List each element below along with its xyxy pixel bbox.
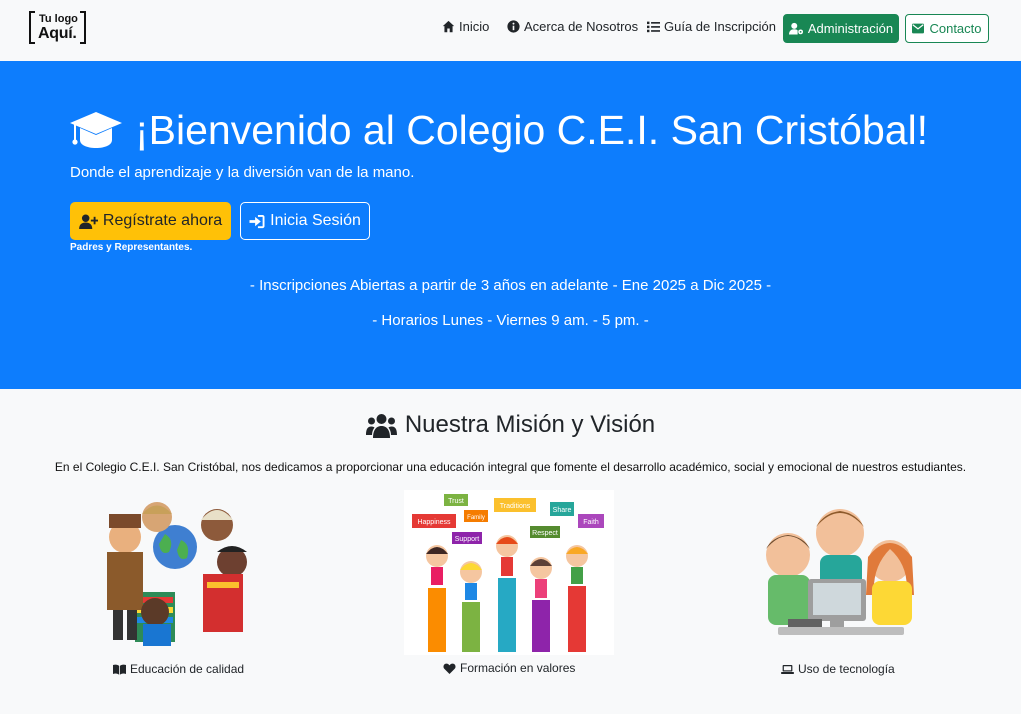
nav-link-label: Guía de Inscripción (664, 19, 777, 34)
parents-note: Padres y Representantes. (70, 242, 193, 253)
contact-button[interactable]: Contacto (905, 14, 989, 43)
mission-title: Nuestra Misión y Visión (0, 411, 1021, 439)
nav-link-guia[interactable]: Guía de Inscripción (647, 19, 776, 34)
logo-text-line1: Tu logo (39, 13, 78, 25)
register-button[interactable]: Regístrate ahora (70, 202, 231, 240)
value-word-support: Support (455, 536, 480, 543)
home-icon (442, 20, 455, 33)
heart-icon (443, 663, 456, 674)
book-open-icon (113, 664, 126, 675)
schedule-info: - Horarios Lunes - Viernes 9 am. - 5 pm.… (372, 312, 649, 329)
sign-in-icon (249, 214, 265, 228)
nav-link-label: Inicio (459, 19, 490, 34)
nav-link-inicio[interactable]: Inicio (442, 19, 489, 34)
list-icon (647, 21, 660, 33)
logo-bracket-left (29, 11, 35, 44)
envelope-icon (912, 23, 925, 34)
feature-label-text: Educación de calidad (130, 662, 245, 676)
feature-values-formation: Formación en valores (443, 661, 575, 675)
value-word-share: Share (553, 507, 572, 514)
value-word-happiness: Happiness (417, 519, 451, 526)
admin-button[interactable]: Administración (783, 14, 899, 43)
contact-button-label: Contacto (929, 21, 982, 36)
mission-heading: Nuestra Misión y Visión (404, 411, 656, 438)
logo[interactable]: Tu logo Aquí. (29, 10, 86, 46)
graduation-cap-icon (70, 111, 122, 148)
enrollment-info: - Inscripciones Abiertas a partir de 3 a… (249, 277, 772, 294)
feature-quality-education: Educación de calidad (113, 662, 244, 676)
mission-text: En el Colegio C.E.I. San Cristóbal, nos … (54, 460, 967, 474)
hero-section: ¡Bienvenido al Colegio C.E.I. San Cristó… (0, 61, 1021, 389)
navbar: Tu logo Aquí. Inicio Acerca de Nosotros … (0, 0, 1021, 60)
hero-heading: ¡Bienvenido al Colegio C.E.I. San Cristó… (135, 107, 929, 153)
feature-technology: Uso de tecnología (781, 662, 895, 676)
info-circle-icon (507, 20, 520, 33)
user-plus-icon (79, 213, 98, 229)
users-icon (365, 413, 397, 438)
feature-label-text: Formación en valores (460, 661, 576, 675)
laptop-icon (781, 664, 794, 674)
value-word-respect: Respect (532, 530, 558, 537)
logo-text-line2: Aquí. (38, 25, 77, 42)
values-children-image: Trust Traditions Happiness Family Share … (404, 490, 614, 655)
value-word-faith: Faith (583, 519, 599, 526)
logo-bracket-right (80, 11, 86, 44)
admin-button-label: Administración (807, 21, 894, 36)
hero-subtitle: Donde el aprendizaje y la diversión van … (70, 164, 415, 181)
value-word-traditions: Traditions (500, 503, 531, 510)
nav-link-acerca[interactable]: Acerca de Nosotros (507, 19, 638, 34)
value-word-family: Family (467, 515, 485, 521)
value-word-trust: Trust (448, 498, 464, 505)
feature-label-text: Uso de tecnología (798, 662, 895, 676)
hero-title: ¡Bienvenido al Colegio C.E.I. San Cristó… (69, 107, 928, 154)
register-button-label: Regístrate ahora (102, 212, 223, 229)
login-button[interactable]: Inicia Sesión (240, 202, 370, 240)
user-gear-icon (788, 22, 803, 35)
nav-link-label: Acerca de Nosotros (524, 19, 639, 34)
children-computer-image (766, 509, 914, 635)
login-button-label: Inicia Sesión (270, 212, 361, 229)
diversity-children-image (107, 502, 247, 646)
